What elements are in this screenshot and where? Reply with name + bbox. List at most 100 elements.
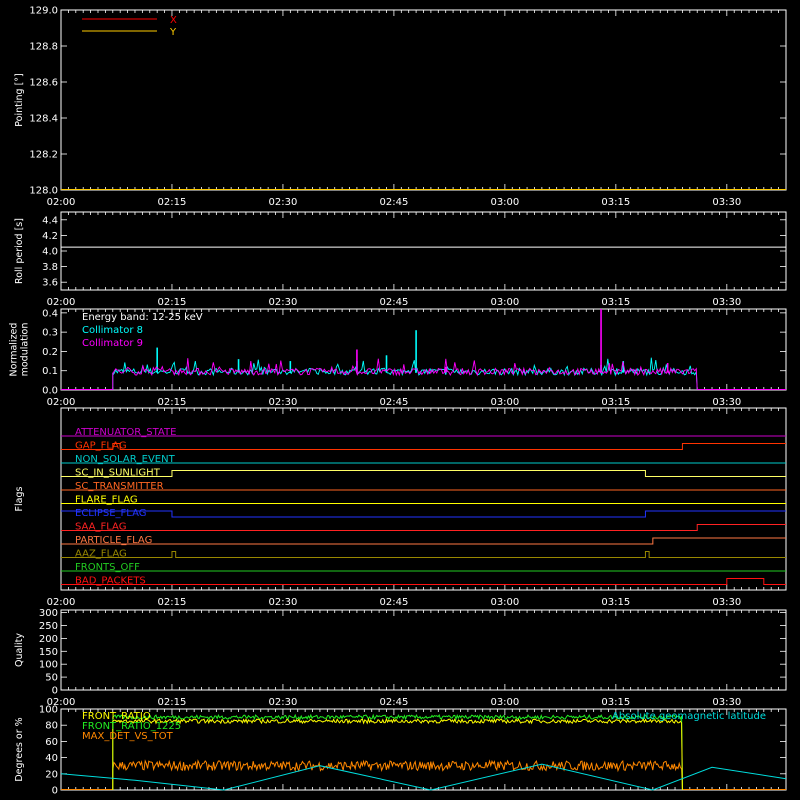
quality-xtick-label: 03:00: [490, 697, 519, 708]
modulation-annotation: Energy band: 12-25 keV: [82, 312, 203, 323]
flag-label-eclipse-flag: ECLIPSE_FLAG: [75, 508, 146, 519]
ratios-ytick-label: 60: [45, 737, 58, 748]
flag-label-fronts-off: FRONTS_OFF: [75, 562, 140, 573]
quality-ytick-label: 100: [39, 660, 58, 671]
flag-line-eclipse-flag: [61, 510, 786, 518]
pointing-legend-label: Y: [169, 27, 177, 38]
flags-xtick-label: 03:00: [490, 597, 519, 608]
flag-line-particle-flag: [61, 537, 786, 545]
modulation-xtick-label: 03:30: [712, 397, 741, 408]
quality-ytick-label: 250: [39, 621, 58, 632]
observation-summary-chart: 128.0 128.2 128.4 128.6 128.8 129.0 02:00 02:15…: [9, 6, 787, 797]
pointing-ytick-label: 128.2: [29, 150, 58, 161]
pointing-ytick-label: 128.4: [29, 114, 58, 125]
ratios-ylabel: Degrees or %: [14, 717, 25, 781]
quality-ytick-label: 300: [39, 608, 58, 619]
quality-ylabel: Quality: [14, 633, 25, 667]
flag-label-attenuator-state: ATTENUATOR_STATE: [75, 427, 176, 438]
modulation-ytick-label: 0.1: [42, 366, 58, 377]
ratios-ytick-label: 40: [45, 753, 58, 764]
flag-label-aaz-flag: AAZ_FLAG: [75, 549, 127, 560]
flags-xtick-label: 03:15: [601, 597, 630, 608]
modulation-ylabel: modulation: [20, 323, 31, 377]
modulation-xtick-label: 03:15: [601, 397, 630, 408]
quality-xtick-label: 02:15: [158, 697, 187, 708]
flag-label-sc-in-sunlight: SC_IN_SUNLIGHT: [75, 468, 161, 479]
modulation-ytick-label: 0.4: [42, 308, 58, 319]
modulation-xtick-label: 02:30: [269, 397, 298, 408]
roll_period-ytick-label: 3.8: [42, 262, 58, 273]
modulation-legend-label: Collimator 8: [82, 325, 143, 336]
pointing-ylabel: Pointing [°]: [14, 73, 25, 126]
pointing-xtick-label: 03:00: [490, 197, 519, 208]
modulation-xtick-label: 02:00: [47, 397, 76, 408]
roll_period-xtick-label: 02:00: [47, 297, 76, 308]
flags-xtick-label: 02:30: [269, 597, 298, 608]
flag-line-saa-flag: [61, 524, 786, 531]
flags-xtick-label: 02:00: [47, 597, 76, 608]
quality-xtick-label: 02:30: [269, 697, 298, 708]
ratios-right-label: Absolute geomagnetic latitude: [612, 711, 766, 722]
roll_period-ytick-label: 4.2: [42, 231, 58, 242]
pointing-xtick-label: 03:30: [712, 197, 741, 208]
flag-label-sc-transmitter: SC_TRANSMITTER: [75, 481, 164, 492]
flag-line-bad-packets: [61, 578, 786, 585]
modulation-ytick-label: 0.3: [42, 328, 58, 339]
modulation-ytick-label: 0.0: [42, 386, 58, 397]
flags-xtick-label: 03:30: [712, 597, 741, 608]
quality-frame: [60, 609, 787, 691]
pointing-ytick-label: 129.0: [29, 6, 58, 17]
roll_period-xtick-label: 03:00: [490, 297, 519, 308]
pointing-ytick-label: 128.8: [29, 42, 58, 53]
quality-xtick-label: 03:15: [601, 697, 630, 708]
flags-ylabel: Flags: [14, 486, 25, 511]
pointing-ytick-label: 128.6: [29, 78, 58, 89]
ratios-series-max-det-vs-tot: [112, 759, 683, 791]
flag-line-aaz-flag: [61, 551, 786, 558]
ratios-ytick-label: 100: [39, 705, 58, 716]
modulation-xtick-label: 03:00: [490, 397, 519, 408]
quality-xtick-label: 03:30: [712, 697, 741, 708]
flag-label-bad-packets: BAD_PACKETS: [75, 576, 146, 587]
modulation-ytick-label: 0.2: [42, 347, 58, 358]
ratios-ytick-label: 80: [45, 721, 58, 732]
flags-xtick-label: 02:15: [158, 597, 187, 608]
flag-line-sc-in-sunlight: [61, 470, 786, 477]
quality-xtick-label: 02:45: [379, 697, 408, 708]
roll_period-xtick-label: 02:15: [158, 297, 187, 308]
ratios-legend-label: MAX_DET_VS_TOT: [82, 731, 174, 742]
quality-ytick-label: 150: [39, 647, 58, 658]
quality-ytick-label: 200: [39, 634, 58, 645]
roll_period-xtick-label: 03:30: [712, 297, 741, 308]
modulation-xtick-label: 02:15: [158, 397, 187, 408]
ratios-series-front-ratio: [112, 717, 683, 791]
pointing-legend-label: X: [170, 15, 177, 26]
flag-label-flare-flag: FLARE_FLAG: [75, 495, 138, 506]
pointing-xtick-label: 02:45: [379, 197, 408, 208]
roll_period-ytick-label: 4.4: [42, 215, 58, 226]
roll_period-frame: [60, 211, 787, 291]
modulation-ylabel: Normalized: [9, 323, 20, 377]
roll_period-ytick-label: 4.0: [42, 247, 58, 258]
pointing-ytick-label: 128.0: [29, 186, 58, 197]
modulation-series-2: [112, 358, 698, 391]
pointing-xtick-label: 03:15: [601, 197, 630, 208]
roll_period-xtick-label: 02:30: [269, 297, 298, 308]
flags-xtick-label: 02:45: [379, 597, 408, 608]
flag-line-gap-flag: [61, 443, 786, 450]
roll_period-ylabel: Roll period [s]: [14, 218, 25, 284]
quality-ytick-label: 50: [45, 673, 58, 684]
ratios-ytick-label: 20: [45, 769, 58, 780]
roll_period-xtick-label: 03:15: [601, 297, 630, 308]
modulation-xtick-label: 02:45: [379, 397, 408, 408]
modulation-legend-label: Collimator 9: [82, 338, 143, 349]
roll_period-ytick-label: 3.6: [42, 278, 58, 289]
flag-label-saa-flag: SAA_FLAG: [75, 522, 126, 533]
flag-label-particle-flag: PARTICLE_FLAG: [75, 535, 152, 546]
pointing-xtick-label: 02:00: [47, 197, 76, 208]
pointing-xtick-label: 02:15: [158, 197, 187, 208]
quality-ytick-label: 0: [52, 686, 58, 697]
flag-label-gap-flag: GAP_FLAG: [75, 441, 127, 452]
flag-label-non-solar-event: NON_SOLAR_EVENT: [75, 454, 176, 465]
pointing-xtick-label: 02:30: [269, 197, 298, 208]
